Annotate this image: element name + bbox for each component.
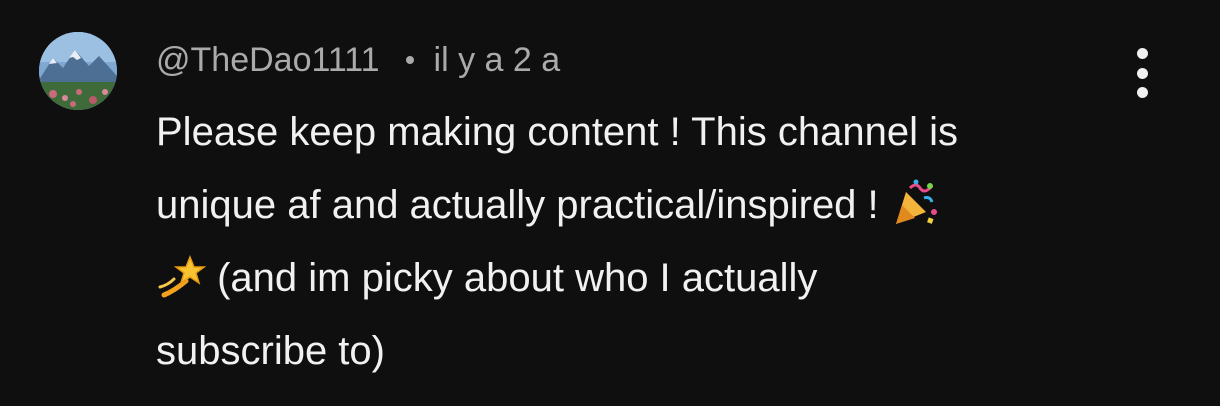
dizzy-star-emoji-icon [156, 251, 206, 301]
comment-text-line: unique af and actually practical/inspire… [156, 169, 1116, 242]
mountain-landscape-avatar-icon [39, 32, 117, 110]
menu-dot [1136, 87, 1148, 98]
comment-text-segment: subscribe to) [156, 329, 385, 373]
party-popper-emoji-icon [890, 178, 940, 228]
author-name[interactable]: @TheDao1111 [156, 41, 380, 80]
comment-text-segment: Please keep making content ! This channe… [156, 110, 958, 154]
comment-text-line: Please keep making content ! This channe… [156, 96, 1116, 169]
menu-dot [1136, 48, 1148, 59]
comment: @TheDao1111 il y a 2 a Please keep makin… [0, 0, 1220, 406]
comment-text-segment: (and im picky about who I actually [206, 256, 818, 300]
menu-dot [1136, 67, 1148, 79]
separator-dot-icon [405, 56, 414, 64]
more-vertical-icon[interactable] [1120, 48, 1164, 98]
comment-text-line: subscribe to) [156, 315, 1116, 388]
comment-header: @TheDao1111 il y a 2 a [156, 38, 560, 82]
comment-text: Please keep making content ! This channe… [156, 96, 1116, 388]
comment-timestamp[interactable]: il y a 2 a [434, 41, 561, 80]
comment-text-segment: unique af and actually practical/inspire… [156, 183, 890, 227]
avatar[interactable] [39, 32, 117, 110]
comment-text-line: (and im picky about who I actually [156, 242, 1116, 315]
